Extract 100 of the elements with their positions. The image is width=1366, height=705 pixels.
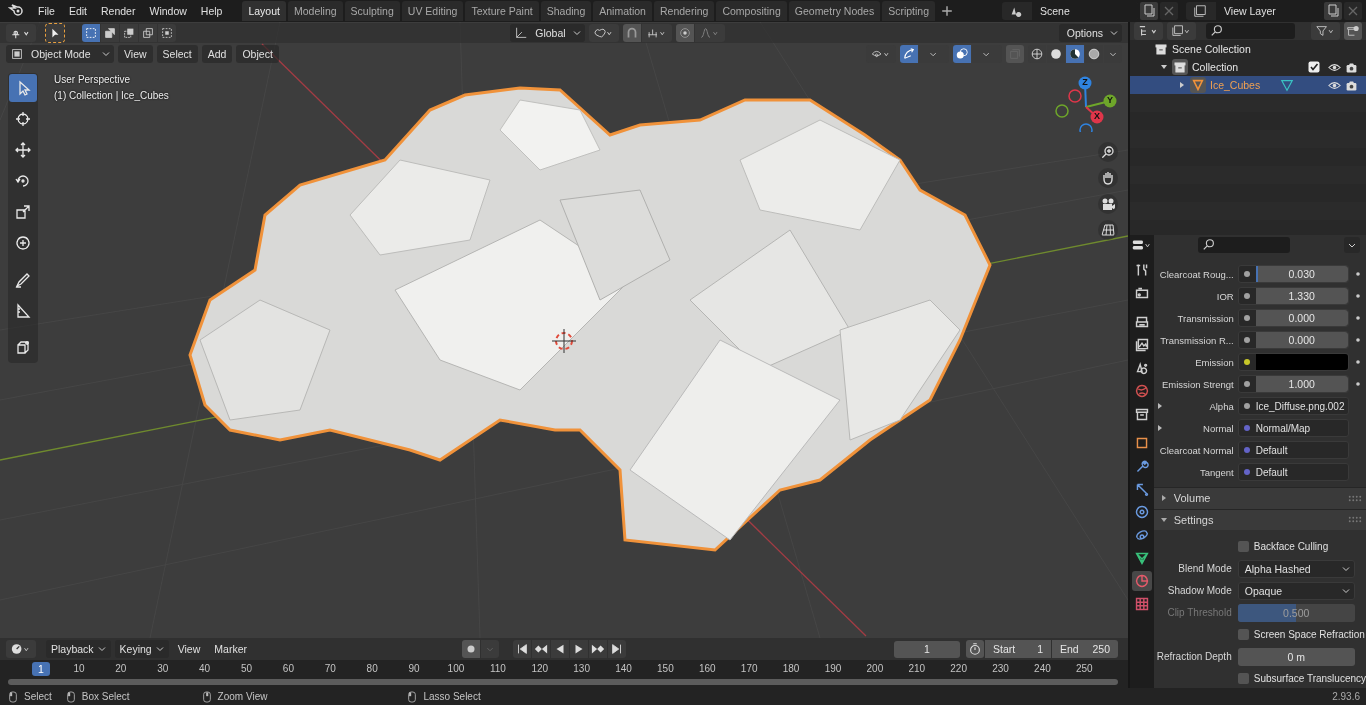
menu-item[interactable]: Add [201, 45, 233, 63]
link-field[interactable]: Default [1237, 441, 1349, 460]
current-frame-field[interactable]: 1 [894, 640, 960, 658]
invert-selection-icon[interactable] [139, 24, 157, 42]
checkbox[interactable] [1237, 629, 1249, 641]
number-field[interactable]: 0.000 [1237, 309, 1349, 328]
start-frame-field[interactable]: Start 1 [985, 640, 1051, 658]
panel-header[interactable]: Settings [1153, 508, 1366, 530]
search-field[interactable] [1206, 23, 1296, 39]
workspace-tab[interactable]: Geometry Nodes [788, 1, 881, 21]
keyframe-dot-icon[interactable] [1353, 292, 1362, 301]
close-icon[interactable] [1344, 2, 1362, 20]
color-swatch[interactable] [1255, 354, 1348, 371]
snap-increment-icon[interactable] [641, 24, 672, 42]
scene-selector[interactable]: Scene [1002, 2, 1138, 20]
filter-icon[interactable] [1311, 22, 1341, 40]
gizmo-arrows-icon[interactable] [900, 45, 918, 63]
keyframe-dot-icon[interactable] [1353, 336, 1362, 345]
workspace-tab[interactable]: Sculpting [344, 1, 400, 21]
drag-grip-icon[interactable] [1348, 516, 1362, 524]
workspace-tab[interactable]: Shading [540, 1, 592, 21]
options-dropdown[interactable]: Options [1058, 24, 1122, 42]
ice-cubes-drawing[interactable] [188, 86, 992, 552]
link-chain-icon[interactable] [588, 24, 619, 42]
checkbox-label[interactable]: Subsurface Translucency [1253, 673, 1366, 685]
workspace-tab[interactable]: Layout [242, 1, 286, 21]
menu-item[interactable]: Help [194, 2, 229, 20]
next-keyframe-icon[interactable] [589, 640, 607, 658]
caret-icon[interactable] [97, 645, 106, 653]
disclosure-triangle-icon[interactable] [1160, 63, 1168, 71]
disclosure-triangle-icon[interactable] [1155, 424, 1164, 433]
menu-item[interactable]: Select [156, 45, 198, 63]
extend-selection-icon[interactable] [101, 24, 119, 42]
link-field[interactable]: Default [1237, 463, 1349, 482]
prev-keyframe-icon[interactable] [532, 640, 550, 658]
3d-cursor-icon[interactable] [551, 328, 577, 354]
menu-item[interactable]: Object [236, 45, 279, 63]
dropdown[interactable]: Alpha Hashed [1237, 560, 1355, 578]
menu-item[interactable]: View [118, 45, 153, 63]
intersect-selection-icon[interactable] [158, 24, 176, 42]
play-icon[interactable] [570, 640, 588, 658]
timeline-scrollbar[interactable] [8, 679, 1118, 685]
display-mode-icon[interactable] [1134, 22, 1164, 40]
number-field[interactable]: 1.000 [1237, 375, 1349, 394]
workspace-tab[interactable]: Texture Paint [465, 1, 539, 21]
checkbox-label[interactable]: Screen Space Refraction [1253, 629, 1365, 641]
object-mode-icon[interactable] [10, 47, 24, 61]
magnet-icon[interactable] [622, 24, 641, 42]
camera-icon[interactable] [1345, 60, 1358, 74]
menu-item[interactable]: Render [95, 2, 142, 20]
number-field[interactable]: 0.030 [1237, 265, 1349, 284]
play-reverse-icon[interactable] [551, 640, 569, 658]
record-icon[interactable] [462, 640, 480, 658]
end-frame-field[interactable]: End 250 [1052, 640, 1118, 658]
camera-icon[interactable] [1098, 194, 1118, 214]
workspace-tab[interactable]: UV Editing [401, 1, 464, 21]
disclosure-triangle-icon[interactable] [1155, 402, 1164, 411]
keyframe-dot-icon[interactable] [1353, 380, 1362, 389]
dropdown[interactable]: Opaque [1237, 582, 1355, 600]
editor-type-icon[interactable] [1130, 237, 1153, 253]
image-icon[interactable] [1167, 22, 1197, 40]
workspace-tab[interactable]: Modeling [287, 1, 343, 21]
proportional-editing-icon[interactable] [675, 24, 694, 42]
caret-icon[interactable] [572, 29, 581, 37]
disclosure-triangle-icon[interactable] [1178, 81, 1186, 89]
number-field[interactable]: 0.000 [1237, 331, 1349, 350]
caret-icon[interactable] [1344, 237, 1360, 254]
playhead-frame[interactable]: 1 [32, 662, 50, 676]
keyframe-dot-icon[interactable] [1353, 314, 1362, 323]
caret-icon[interactable] [155, 645, 164, 653]
view-layer-selector[interactable]: View Layer [1186, 2, 1322, 20]
checkbox[interactable] [1308, 61, 1320, 73]
axes-icon[interactable] [514, 26, 529, 40]
hand-icon[interactable] [1098, 168, 1118, 188]
number-field[interactable]: 0 m [1237, 648, 1355, 666]
mesh-data-icon[interactable] [1280, 78, 1295, 92]
keyframe-dot-icon[interactable] [1353, 358, 1362, 367]
keyframe-dot-icon[interactable] [1353, 270, 1362, 279]
menu-item[interactable]: File [32, 2, 61, 20]
panel-title[interactable]: Volume [1173, 492, 1211, 505]
workspace-tab[interactable]: Animation [593, 1, 652, 21]
blender-logo-icon[interactable] [8, 3, 24, 19]
outliner-row[interactable]: Ice_Cubes [1130, 76, 1366, 94]
outliner-label[interactable]: Collection [1192, 61, 1239, 73]
caret-icon[interactable] [102, 50, 110, 58]
search-field[interactable] [1197, 237, 1290, 254]
new-collection-icon[interactable] [1344, 22, 1362, 40]
grid-icon[interactable] [1098, 220, 1118, 240]
disclosure-triangle-icon[interactable] [1159, 494, 1168, 503]
add-workspace-icon[interactable] [941, 5, 953, 17]
subtract-selection-icon[interactable] [120, 24, 138, 42]
drag-grip-icon[interactable] [1348, 495, 1362, 502]
workspace-tab[interactable]: Compositing [716, 1, 787, 21]
caret-icon[interactable] [1110, 29, 1118, 37]
disclosure-triangle-icon[interactable] [1159, 515, 1168, 524]
checkbox-label[interactable]: Backface Culling [1253, 541, 1329, 553]
panel-header[interactable]: Volume [1153, 487, 1366, 509]
checkbox[interactable] [1237, 541, 1249, 553]
mode-dropdown[interactable]: Object Mode [6, 45, 114, 63]
checkbox[interactable] [1237, 673, 1249, 685]
